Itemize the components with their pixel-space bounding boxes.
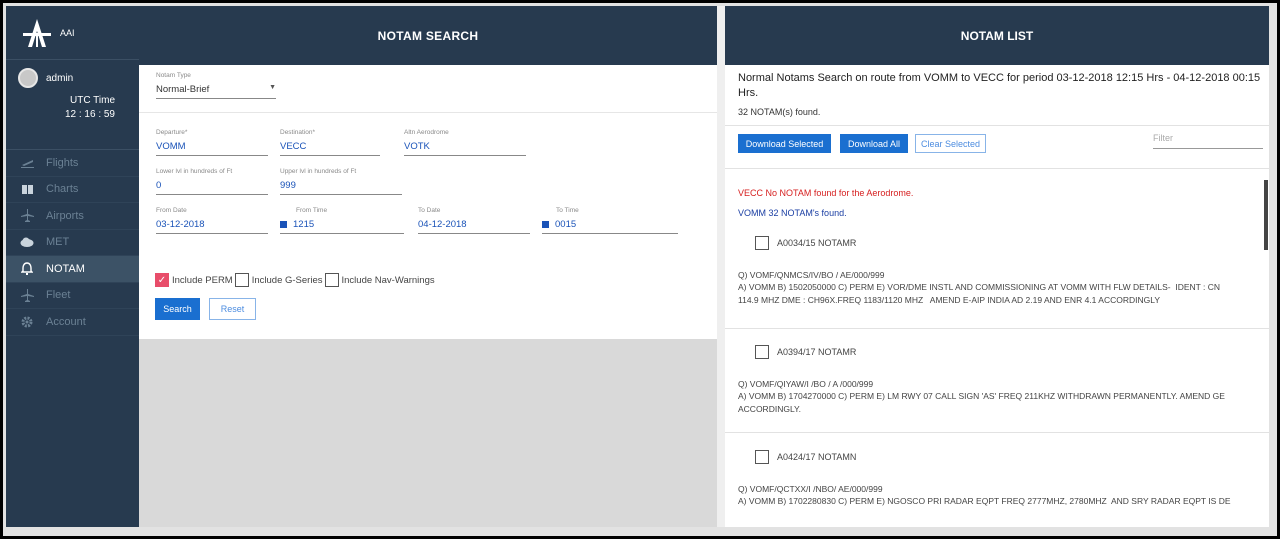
notam-checkbox[interactable] <box>755 450 769 464</box>
list-title: NOTAM LIST <box>725 6 1269 65</box>
upper-level-value: 999 <box>280 180 296 191</box>
to-time-field[interactable]: To Time 0015 <box>542 207 678 234</box>
search-form: Notam Type Normal-Brief ▼ Departure* VOM… <box>139 65 717 339</box>
to-time-value: 0015 <box>555 219 577 230</box>
download-all-button[interactable]: Download All <box>840 134 908 153</box>
cloud-icon <box>20 235 34 249</box>
notam-checkbox[interactable] <box>755 345 769 359</box>
include-options: ✓ Include PERM Include G-Series Include … <box>155 273 435 287</box>
aai-logo-icon <box>23 18 51 47</box>
notam-id: A0394/17 NOTAMR <box>777 347 857 357</box>
lower-level-value: 0 <box>156 180 162 191</box>
list-item: A0424/17 NOTAMN Q) VOMF/QCTXX/I /NBO/ AE… <box>738 450 1269 508</box>
notam-id: A0034/15 NOTAMR <box>777 238 857 248</box>
sidebar-item-met[interactable]: MET <box>6 230 139 256</box>
filter-input[interactable]: Filter <box>1153 133 1263 149</box>
notam-checkbox[interactable] <box>755 236 769 250</box>
notam-text: A) VOMM B) 1502050000 C) PERM E) VOR/DME… <box>738 282 1221 305</box>
vecc-message: VECC No NOTAM found for the Aerodrome. <box>738 188 914 198</box>
sidebar-item-label: Airports <box>46 209 84 222</box>
to-date-value: 04-12-2018 <box>418 219 467 230</box>
gear-icon <box>20 315 34 329</box>
logo: AAI <box>6 6 139 60</box>
include-perm-label: Include PERM <box>172 274 233 286</box>
bell-icon <box>20 262 34 276</box>
include-perm-checkbox[interactable]: ✓ <box>155 273 169 287</box>
empty-area <box>139 339 717 527</box>
nav-menu: Flights Charts Airports MET NOTAM Fleet … <box>6 150 139 336</box>
clear-selected-button[interactable]: Clear Selected <box>915 134 986 153</box>
username: admin <box>46 72 74 84</box>
notam-type-value: Normal-Brief <box>156 84 210 95</box>
notam-text: A) VOMM B) 1704270000 C) PERM E) LM RWY … <box>738 391 1225 414</box>
sidebar-item-airports[interactable]: Airports <box>6 203 139 230</box>
notam-text: A) VOMM B) 1702280830 C) PERM E) NGOSCO … <box>738 496 1231 506</box>
departure-value: VOMM <box>156 141 186 152</box>
altn-aerodrome-field[interactable]: Altn Aerodrome VOTK <box>404 129 526 156</box>
sidebar-item-label: Flights <box>46 156 79 169</box>
altn-value: VOTK <box>404 141 430 152</box>
calendar-icon <box>542 221 549 228</box>
sidebar-item-charts[interactable]: Charts <box>6 177 139 203</box>
sidebar-item-notam[interactable]: NOTAM <box>6 256 139 283</box>
sidebar-item-label: Account <box>46 315 86 328</box>
airplane-icon <box>20 288 34 302</box>
result-count: 32 NOTAM(s) found. <box>738 107 821 117</box>
panel-splitter[interactable] <box>717 6 725 527</box>
list-item: A0034/15 NOTAMR Q) VOMF/QNMCS/IV/BO / AE… <box>738 236 1269 307</box>
include-nav-warnings-checkbox[interactable] <box>324 273 339 287</box>
divider <box>139 112 717 113</box>
from-time-value: 1215 <box>293 219 315 230</box>
departure-field[interactable]: Departure* VOMM <box>156 129 268 156</box>
field-label: Notam Type <box>156 72 191 79</box>
sidebar-item-label: Fleet <box>46 289 71 302</box>
notam-list-panel: Normal Notams Search on route from VOMM … <box>725 65 1269 527</box>
download-selected-button[interactable]: Download Selected <box>738 134 831 153</box>
reset-button[interactable]: Reset <box>209 298 256 320</box>
utc-label: UTC Time <box>70 95 115 106</box>
from-date-field[interactable]: From Date 03-12-2018 <box>156 207 268 234</box>
upper-level-field[interactable]: Upper lvl in hundreds of Ft 999 <box>280 168 402 195</box>
calendar-icon <box>280 221 287 228</box>
avatar[interactable] <box>18 68 38 88</box>
search-summary: Normal Notams Search on route from VOMM … <box>738 72 1261 99</box>
sidebar-item-label: Charts <box>46 183 79 196</box>
destination-value: VECC <box>280 141 307 152</box>
vomm-message: VOMM 32 NOTAM's found. <box>738 208 847 218</box>
airplane-icon <box>20 209 34 223</box>
notam-q: Q) VOMF/QIYAW/I /BO / A /000/999 <box>738 379 874 389</box>
search-button[interactable]: Search <box>155 298 200 320</box>
user-panel: admin UTC Time 12 : 16 : 59 <box>6 60 139 150</box>
book-icon <box>20 182 34 196</box>
flight-icon <box>20 156 34 170</box>
include-g-series-checkbox[interactable] <box>234 273 249 287</box>
notam-id: A0424/17 NOTAMN <box>777 452 857 462</box>
utc-time: 12 : 16 : 59 <box>64 109 115 120</box>
list-item: A0394/17 NOTAMR Q) VOMF/QIYAW/I /BO / A … <box>738 345 1269 416</box>
from-time-field[interactable]: From Time 1215 <box>280 207 404 234</box>
notam-type-select[interactable]: Notam Type Normal-Brief ▼ <box>156 72 276 99</box>
panel-title: NOTAM SEARCH <box>139 6 717 65</box>
include-nav-warnings-label: Include Nav-Warnings <box>341 274 435 286</box>
notam-q: Q) VOMF/QCTXX/I /NBO/ AE/000/999 <box>738 484 883 494</box>
to-date-field[interactable]: To Date 04-12-2018 <box>418 207 530 234</box>
sidebar-item-fleet[interactable]: Fleet <box>6 283 139 309</box>
sidebar-item-label: NOTAM <box>46 262 85 275</box>
scrollbar[interactable] <box>1264 180 1268 250</box>
lower-level-field[interactable]: Lower lvl in hundreds of Ft 0 <box>156 168 268 195</box>
sidebar-item-account[interactable]: Account <box>6 309 139 336</box>
org-name: AAI <box>60 27 75 38</box>
sidebar-item-label: MET <box>46 236 70 249</box>
destination-field[interactable]: Destination* VECC <box>280 129 380 156</box>
utc-clock: UTC Time 12 : 16 : 59 <box>18 94 139 122</box>
sidebar: AAI admin UTC Time 12 : 16 : 59 Flights … <box>6 6 139 527</box>
notam-q: Q) VOMF/QNMCS/IV/BO / AE/000/999 <box>738 270 885 280</box>
chevron-down-icon: ▼ <box>269 84 276 91</box>
include-g-series-label: Include G-Series <box>251 274 323 286</box>
from-date-value: 03-12-2018 <box>156 219 205 230</box>
sidebar-item-flights[interactable]: Flights <box>6 150 139 177</box>
